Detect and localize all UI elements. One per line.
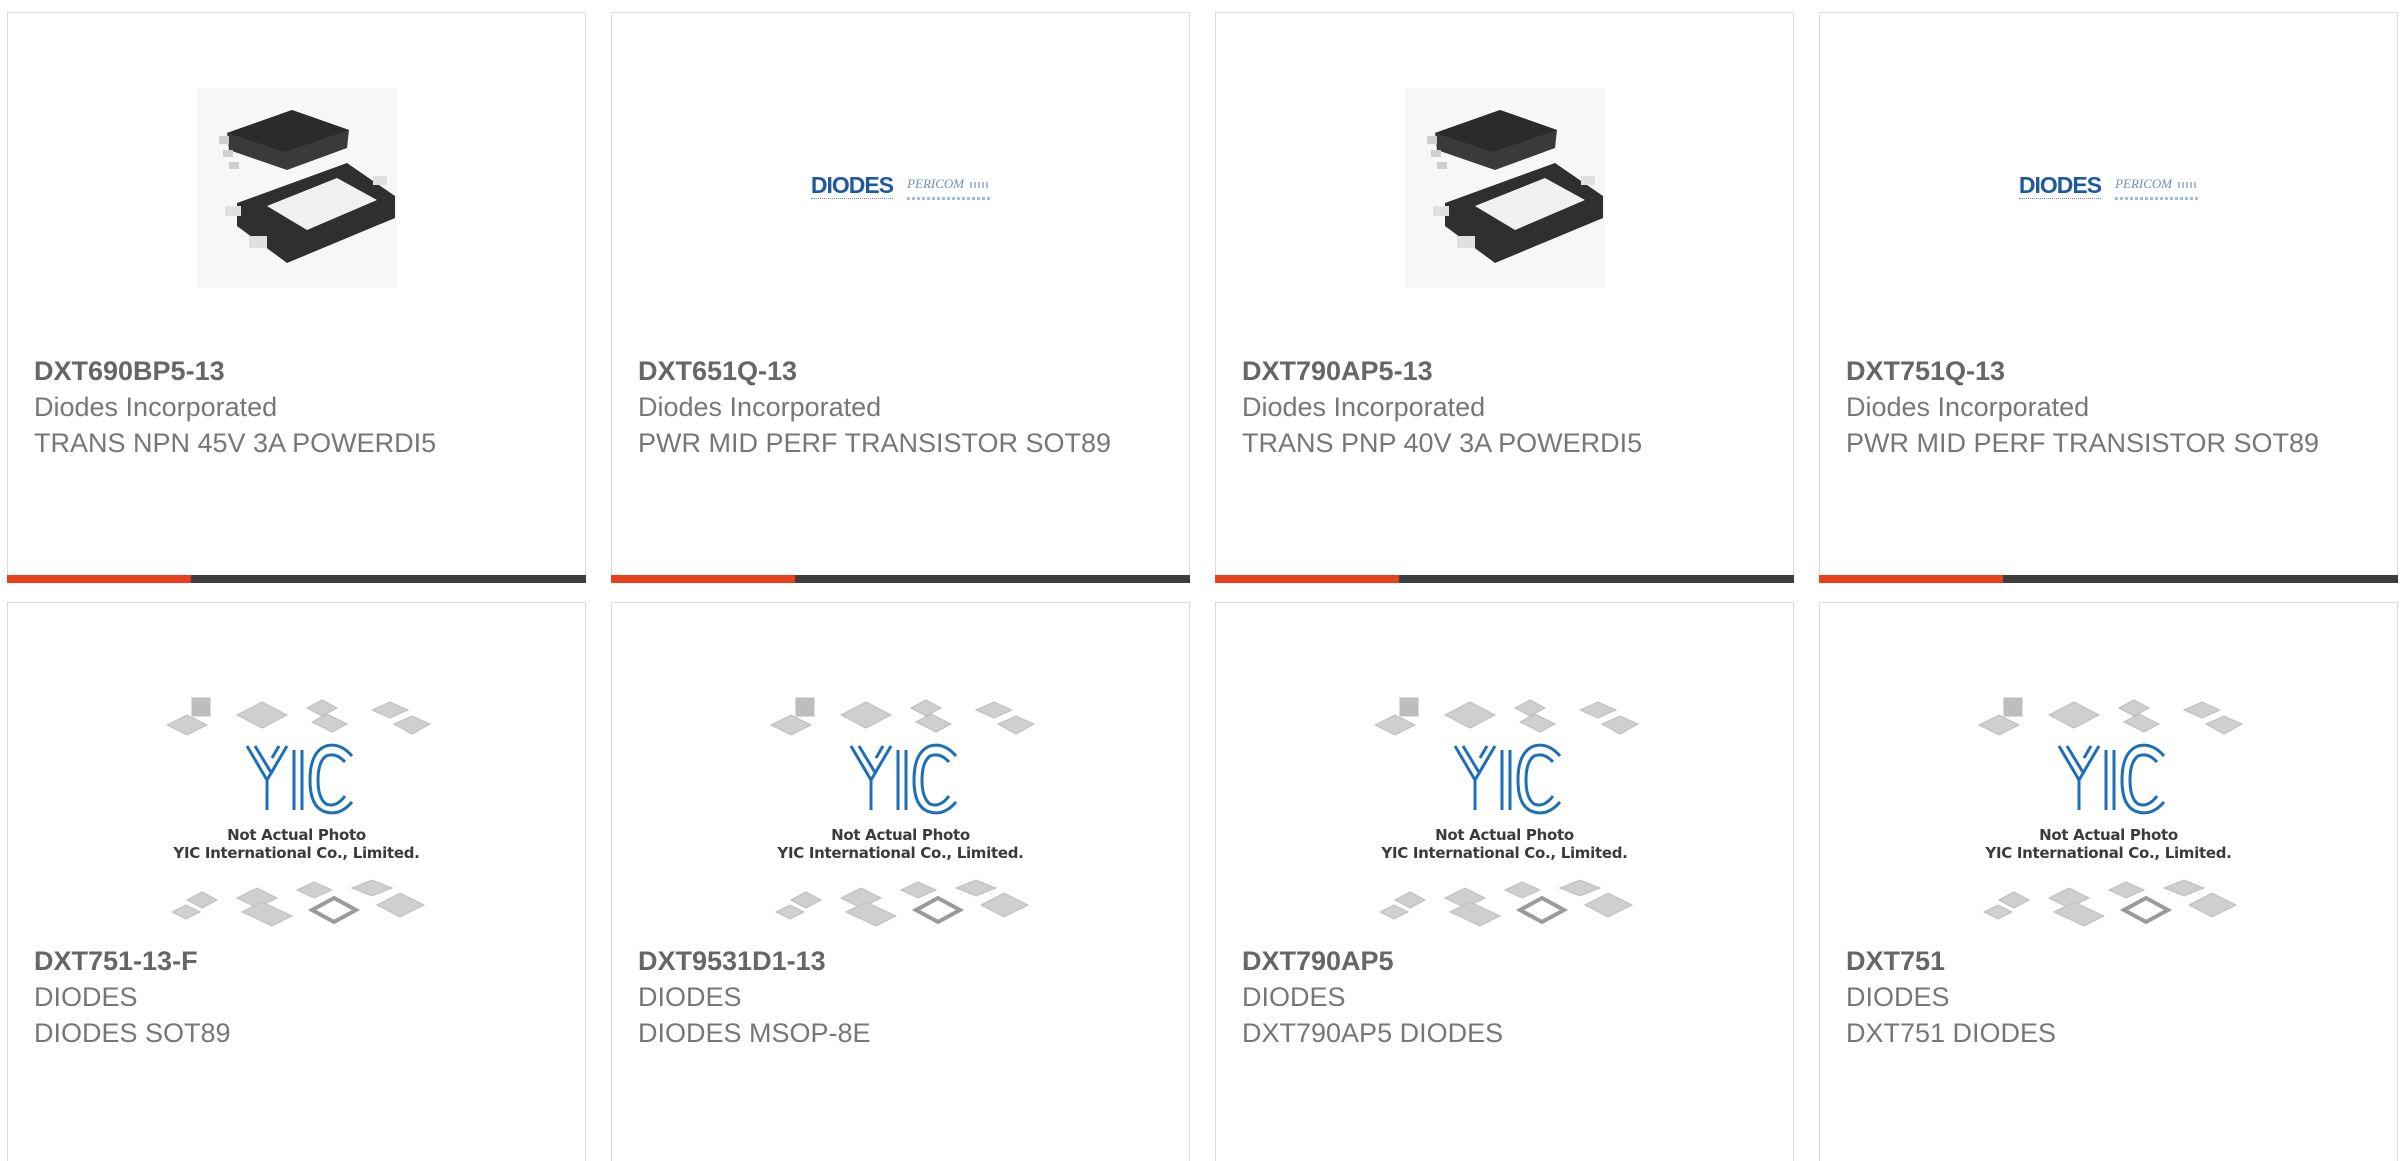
description: DXT751 DIODES [1846,1018,2057,1048]
powerdi5-package-icon [196,88,397,288]
logo-text: DIODES [810,174,894,201]
placeholder-line-2: YIC International Co., Limited. [173,844,420,862]
manufacturer: DIODES [1846,982,1950,1012]
product-image[interactable]: Not Actual Photo YIC International Co., … [1820,685,2397,935]
product-image[interactable]: DIODES PERICOM [612,63,1189,313]
placeholder-line-2: YIC International Co., Limited. [1381,844,1628,862]
logo-subtext: PERICOM [907,176,965,191]
part-number[interactable]: DXT790AP5 [1242,943,1773,979]
placeholder-line-2: YIC International Co., Limited. [777,844,1024,862]
product-image[interactable]: Not Actual Photo YIC International Co., … [612,685,1189,935]
chip-packages-icon [1373,697,1639,927]
placeholder-line-1: Not Actual Photo [2039,826,2178,844]
powerdi5-package-icon [1404,88,1605,288]
manufacturer: Diodes Incorporated [34,392,278,422]
yic-placeholder-icon: Not Actual Photo YIC International Co., … [1974,690,2244,930]
product-image[interactable]: Not Actual Photo YIC International Co., … [8,685,585,935]
chip-packages-icon [1977,697,2243,927]
chip-packages-icon [769,697,1035,927]
product-image[interactable] [8,63,585,313]
card-accent-bar [1819,575,2398,583]
part-number[interactable]: DXT651Q-13 [638,353,1169,389]
product-card[interactable]: Not Actual Photo YIC International Co., … [1215,602,1794,1161]
product-card[interactable]: DIODES PERICOM DXT751Q-13 Diodes Incorpo… [1819,12,2398,583]
product-grid: DXT690BP5-13 Diodes Incorporated TRANS N… [0,0,2400,1161]
manufacturer: Diodes Incorporated [1846,392,2090,422]
part-number[interactable]: DXT790AP5-13 [1242,353,1773,389]
description: TRANS NPN 45V 3A POWERDI5 [34,428,437,458]
product-card[interactable]: Not Actual Photo YIC International Co., … [611,602,1190,1161]
description: PWR MID PERF TRANSISTOR SOT89 [1846,428,2320,458]
part-number[interactable]: DXT690BP5-13 [34,353,565,389]
logo-text: DIODES [2018,174,2102,201]
placeholder-line-2: YIC International Co., Limited. [1985,844,2232,862]
part-number[interactable]: DXT751 [1846,943,2377,979]
product-card[interactable]: Not Actual Photo YIC International Co., … [7,602,586,1161]
description: DXT790AP5 DIODES [1242,1018,1504,1048]
description: DIODES SOT89 [34,1018,231,1048]
yic-placeholder-icon: Not Actual Photo YIC International Co., … [162,690,432,930]
diodes-logo-icon: DIODES PERICOM [2018,174,2199,201]
placeholder-line-1: Not Actual Photo [831,826,970,844]
part-number[interactable]: DXT9531D1-13 [638,943,1169,979]
product-image[interactable]: Not Actual Photo YIC International Co., … [1216,685,1793,935]
manufacturer: Diodes Incorporated [1242,392,1486,422]
placeholder-line-1: Not Actual Photo [1435,826,1574,844]
manufacturer: DIODES [34,982,138,1012]
product-image[interactable]: DIODES PERICOM [1820,63,2397,313]
description: DIODES MSOP-8E [638,1018,871,1048]
part-number[interactable]: DXT751Q-13 [1846,353,2377,389]
product-card[interactable]: DXT690BP5-13 Diodes Incorporated TRANS N… [7,12,586,583]
card-accent-bar [7,575,586,583]
placeholder-line-1: Not Actual Photo [227,826,366,844]
description: TRANS PNP 40V 3A POWERDI5 [1242,428,1643,458]
product-card[interactable]: DIODES PERICOM DXT651Q-13 Diodes Incorpo… [611,12,1190,583]
yic-placeholder-icon: Not Actual Photo YIC International Co., … [1370,690,1640,930]
card-accent-bar [1215,575,1794,583]
card-accent-bar [611,575,1190,583]
manufacturer: DIODES [638,982,742,1012]
logo-subtext: PERICOM [2115,176,2173,191]
product-card[interactable]: DXT790AP5-13 Diodes Incorporated TRANS P… [1215,12,1794,583]
product-card[interactable]: Not Actual Photo YIC International Co., … [1819,602,2398,1161]
yic-placeholder-icon: Not Actual Photo YIC International Co., … [766,690,1036,930]
description: PWR MID PERF TRANSISTOR SOT89 [638,428,1112,458]
manufacturer: DIODES [1242,982,1346,1012]
manufacturer: Diodes Incorporated [638,392,882,422]
product-image[interactable] [1216,63,1793,313]
diodes-logo-icon: DIODES PERICOM [810,174,991,201]
part-number[interactable]: DXT751-13-F [34,943,565,979]
chip-packages-icon [165,697,431,927]
